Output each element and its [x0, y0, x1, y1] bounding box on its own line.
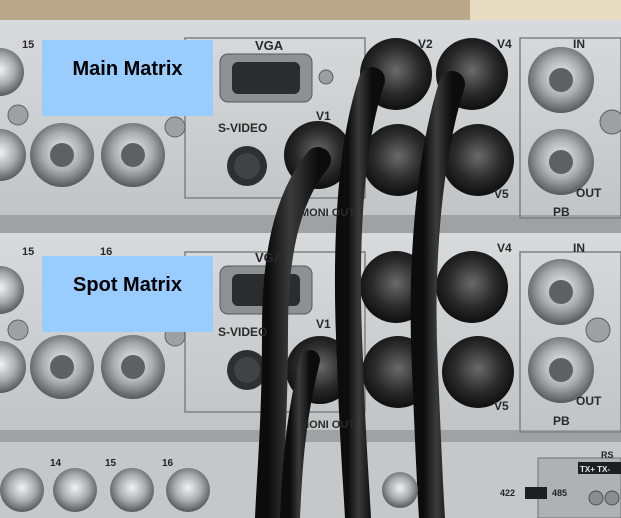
v4-label-lower: V4 — [497, 241, 512, 255]
svideo-label-upper: S-VIDEO — [218, 121, 267, 135]
v5-label-upper: V5 — [494, 187, 509, 201]
vga-label-lower: VGA — [255, 250, 284, 265]
ch15-label-upper: 15 — [22, 39, 34, 51]
pb-label-upper: PB — [553, 205, 570, 219]
422-485-switch — [525, 487, 547, 499]
svideo-label-lower: S-VIDEO — [218, 325, 267, 339]
ch15-label-bottom: 15 — [105, 458, 117, 469]
spot-matrix-callout: Spot Matrix — [42, 256, 213, 332]
main-matrix-callout: Main Matrix — [42, 40, 213, 116]
out-label-upper: OUT — [576, 186, 602, 200]
monitor-out-label-upper: MONI OUT — [300, 207, 355, 219]
ch15-label-lower: 15 — [22, 246, 34, 258]
v5-label-lower: V5 — [494, 399, 509, 413]
photo-stage: VGA S-VIDEO V1 V2 V4 V5 IN OUT PB MONI O… — [0, 0, 621, 518]
vga-label-upper: VGA — [255, 38, 284, 53]
485-label: 485 — [552, 488, 567, 498]
ch16-label-bottom: 16 — [162, 458, 174, 469]
v2-label-upper: V2 — [418, 37, 433, 51]
v1-label-upper: V1 — [316, 109, 331, 123]
monitor-out-label-lower: MONI OUT — [300, 419, 355, 431]
rs-label: RS — [601, 450, 614, 460]
422-label: 422 — [500, 488, 515, 498]
txrx-label: TX+ TX- — [580, 465, 610, 474]
v1-label-lower: V1 — [316, 317, 331, 331]
out-label-lower: OUT — [576, 394, 602, 408]
v4-label-upper: V4 — [497, 37, 512, 51]
ch14-label-bottom: 14 — [50, 458, 62, 469]
in-label-lower: IN — [573, 241, 585, 255]
in-label-upper: IN — [573, 37, 585, 51]
pb-label-lower: PB — [553, 414, 570, 428]
